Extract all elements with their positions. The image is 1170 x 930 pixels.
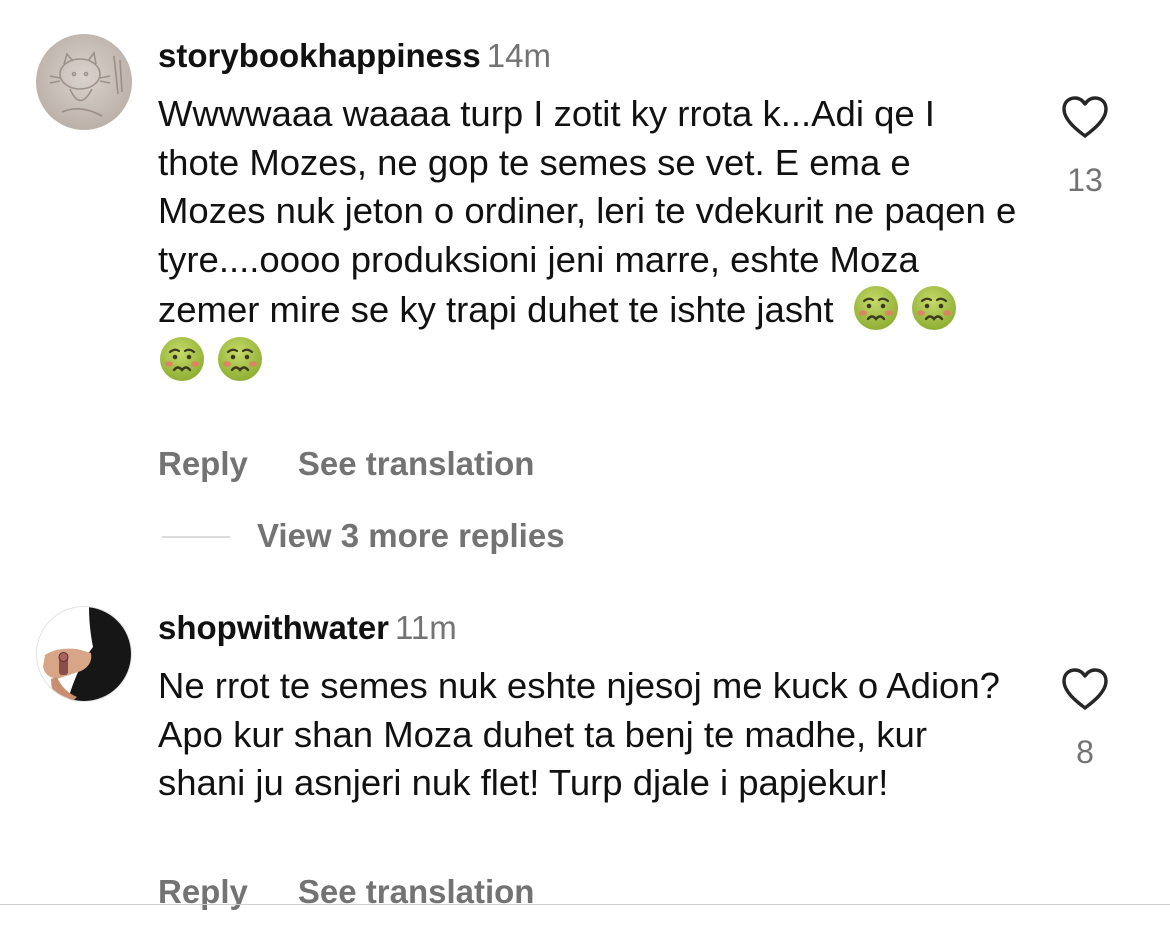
comment-header: shopwithwater 11m — [158, 608, 457, 648]
emoji-group — [852, 286, 958, 330]
heart-outline-icon[interactable] — [1060, 94, 1110, 140]
view-more-replies-label[interactable]: View 3 more replies — [257, 516, 565, 556]
username[interactable]: shopwithwater — [158, 609, 389, 646]
avatar[interactable] — [36, 606, 132, 702]
comment-actions: Reply See translation — [158, 872, 534, 912]
nauseated-face-emoji — [160, 336, 204, 381]
timestamp: 14m — [486, 37, 551, 74]
reply-button[interactable]: Reply — [158, 445, 248, 482]
comment-header: storybookhappiness 14m — [158, 36, 551, 76]
emoji-group — [158, 336, 264, 381]
timestamp: 11m — [395, 609, 457, 646]
comment-body: Ne rrot te semes nuk eshte njesoj me kuc… — [158, 665, 1000, 803]
comment-text: Wwwwaaa waaaa turp I zotit ky rrota k...… — [158, 90, 1018, 385]
heart-outline-icon[interactable] — [1060, 666, 1110, 712]
nauseated-face-emoji — [853, 286, 898, 330]
avatar[interactable] — [36, 34, 132, 130]
like-control: 13 — [1052, 94, 1118, 198]
bottom-divider — [0, 904, 1170, 905]
replies-divider — [162, 536, 230, 538]
username[interactable]: storybookhappiness — [158, 37, 481, 74]
like-count: 13 — [1067, 162, 1103, 198]
like-count: 8 — [1076, 734, 1094, 770]
nauseated-face-emoji — [218, 336, 262, 381]
see-translation-button[interactable]: See translation — [298, 445, 535, 482]
comment-text: Ne rrot te semes nuk eshte njesoj me kuc… — [158, 662, 1018, 808]
comment-actions: Reply See translation — [158, 444, 534, 484]
like-control: 8 — [1052, 666, 1118, 770]
nauseated-face-emoji — [911, 286, 956, 330]
